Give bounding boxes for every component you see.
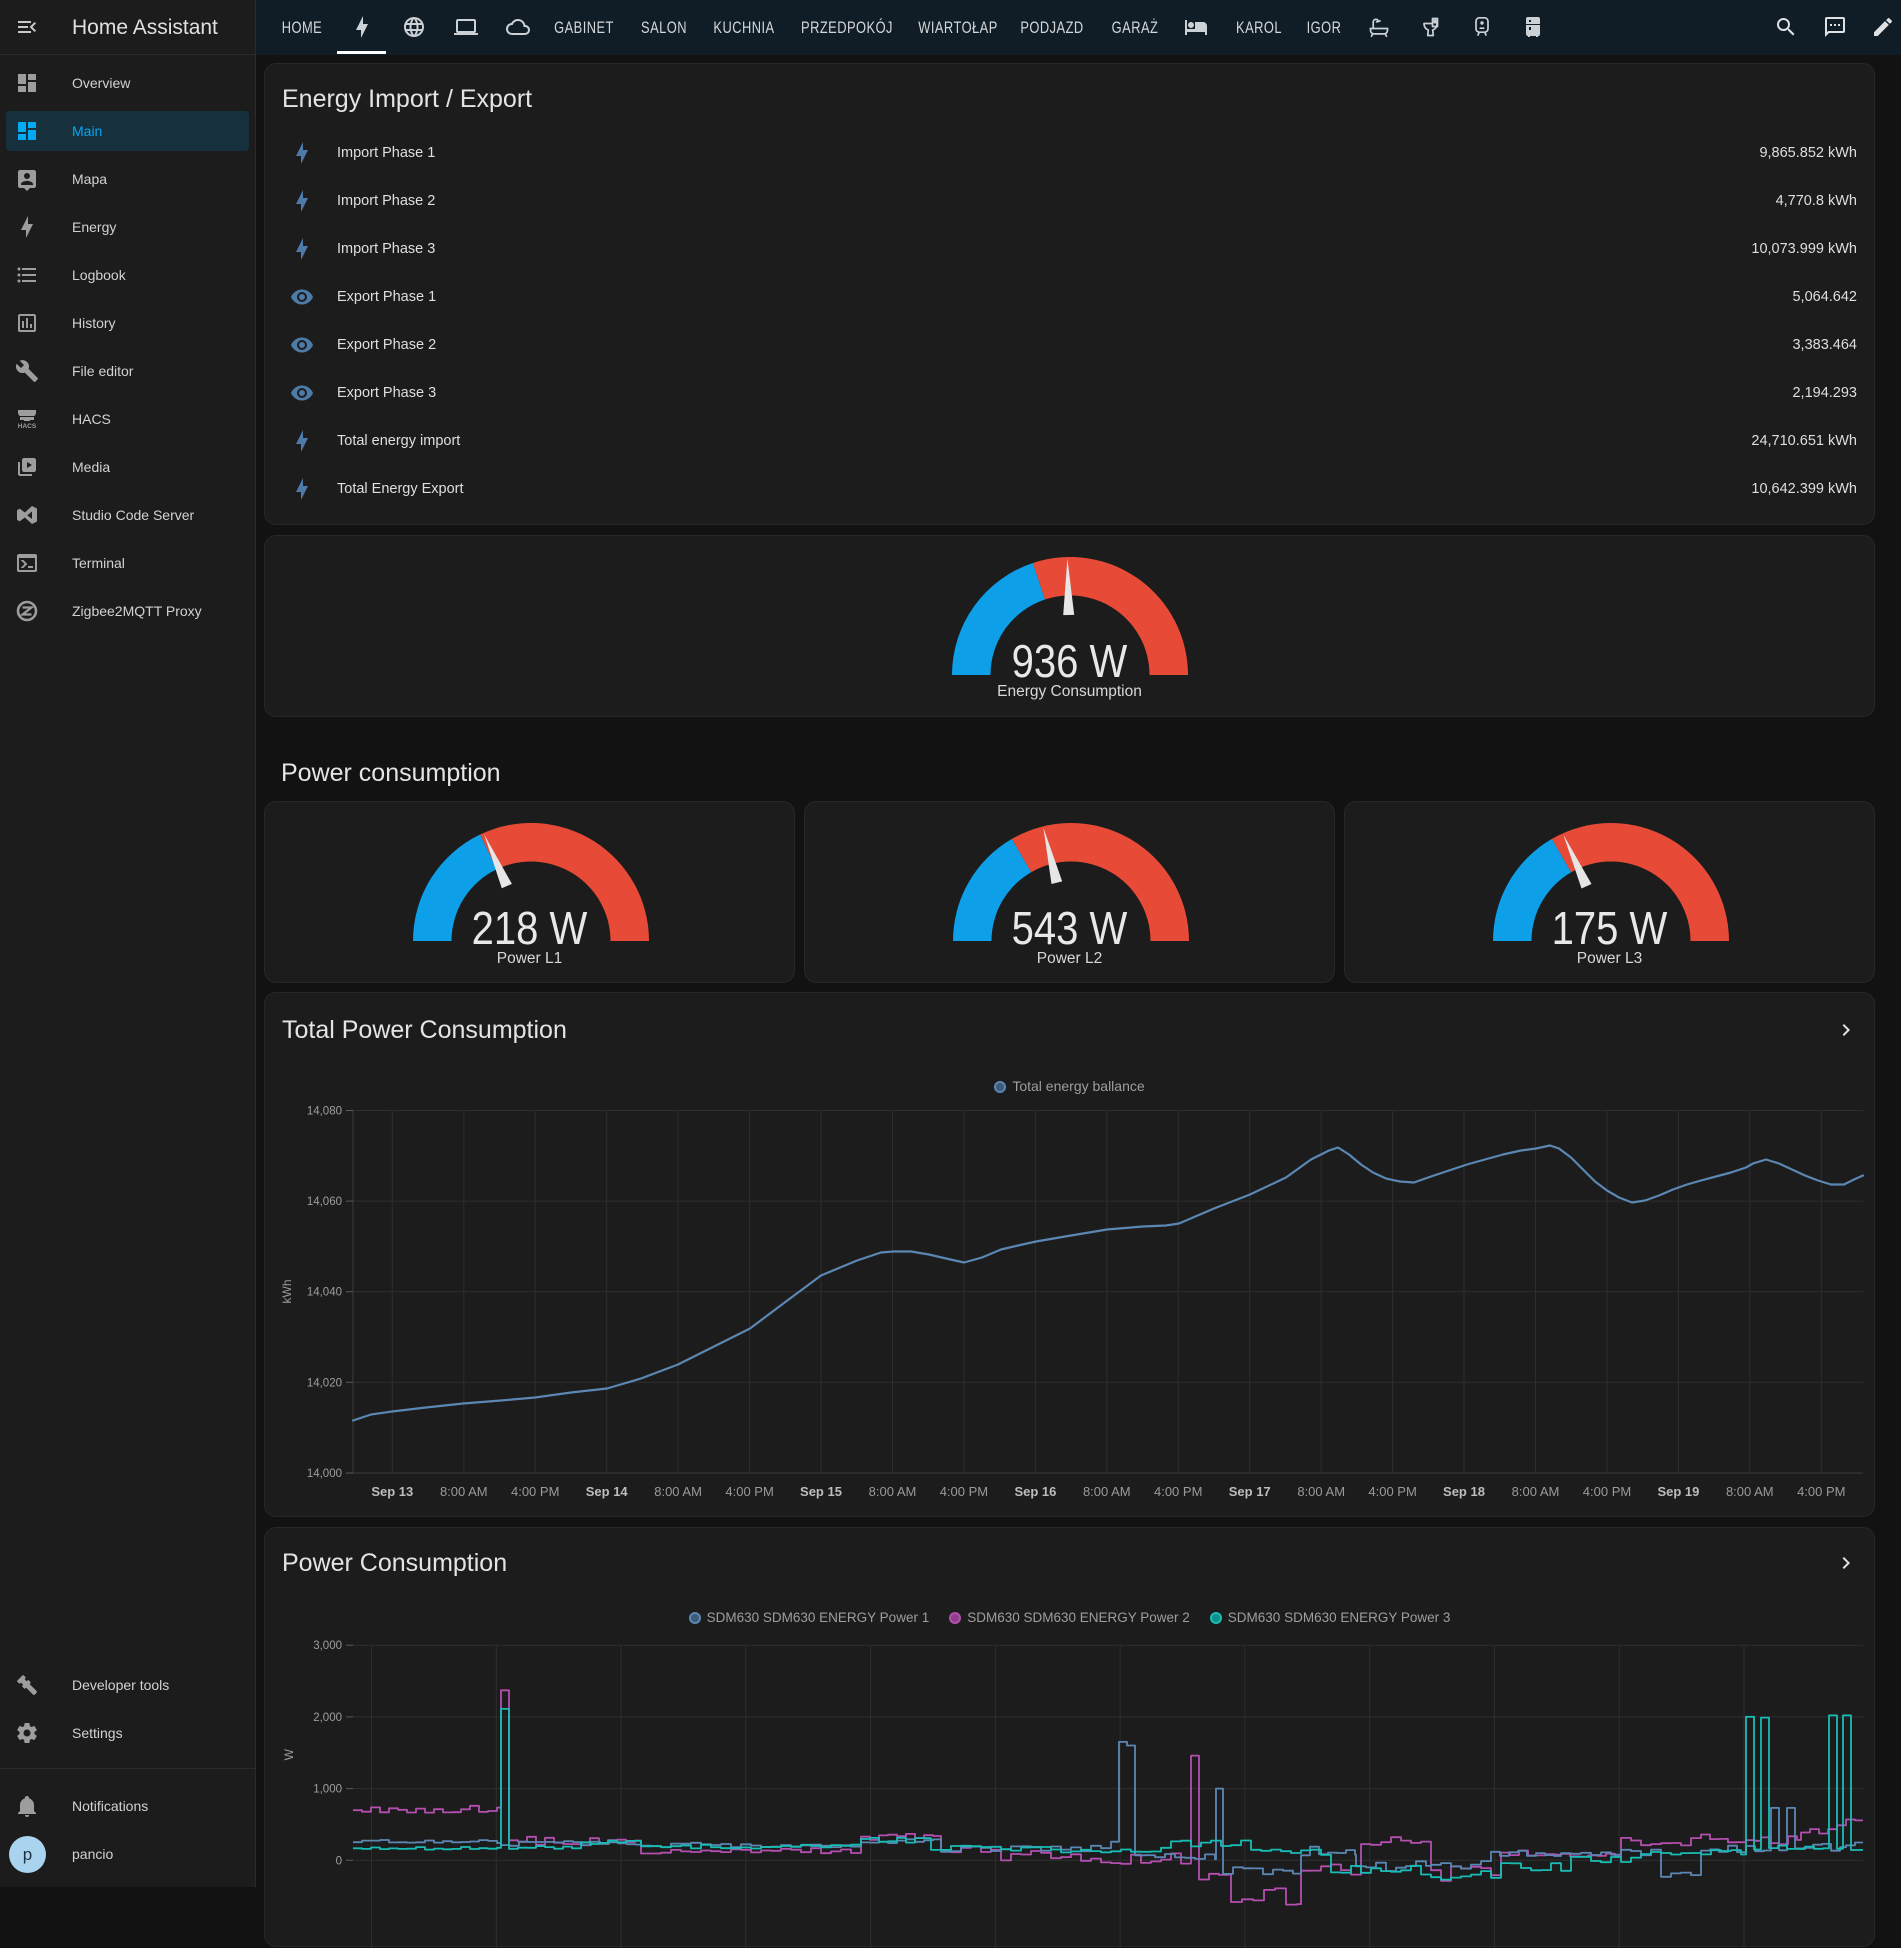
svg-text:8:00 AM: 8:00 AM bbox=[1083, 1484, 1131, 1499]
svg-text:Sep 19: Sep 19 bbox=[1657, 1484, 1699, 1499]
svg-text:8:00 AM: 8:00 AM bbox=[654, 1484, 702, 1499]
svg-text:4:00 PM: 4:00 PM bbox=[1368, 1484, 1416, 1499]
svg-text:8:00 AM: 8:00 AM bbox=[1726, 1484, 1774, 1499]
svg-text:4:00 PM: 4:00 PM bbox=[1583, 1484, 1631, 1499]
svg-text:4:00 PM: 4:00 PM bbox=[1797, 1484, 1845, 1499]
svg-text:8:00 AM: 8:00 AM bbox=[440, 1484, 488, 1499]
svg-text:4:00 PM: 4:00 PM bbox=[940, 1484, 988, 1499]
svg-text:kWh: kWh bbox=[280, 1279, 294, 1303]
svg-text:Sep 17: Sep 17 bbox=[1229, 1484, 1271, 1499]
svg-text:4:00 PM: 4:00 PM bbox=[1154, 1484, 1202, 1499]
svg-text:HACS: HACS bbox=[18, 423, 37, 430]
svg-text:14,000: 14,000 bbox=[307, 1468, 342, 1480]
svg-text:0: 0 bbox=[336, 1855, 342, 1867]
svg-text:4:00 PM: 4:00 PM bbox=[725, 1484, 773, 1499]
svg-text:14,040: 14,040 bbox=[307, 1286, 342, 1298]
svg-text:8:00 AM: 8:00 AM bbox=[1512, 1484, 1560, 1499]
svg-text:14,060: 14,060 bbox=[307, 1196, 342, 1208]
svg-text:4:00 PM: 4:00 PM bbox=[511, 1484, 559, 1499]
svg-text:Sep 13: Sep 13 bbox=[371, 1484, 413, 1499]
svg-text:3,000: 3,000 bbox=[313, 1640, 342, 1652]
svg-text:W: W bbox=[282, 1748, 296, 1760]
svg-text:Sep 14: Sep 14 bbox=[586, 1484, 629, 1499]
svg-text:14,020: 14,020 bbox=[307, 1377, 342, 1389]
svg-text:Sep 15: Sep 15 bbox=[800, 1484, 842, 1499]
svg-text:8:00 AM: 8:00 AM bbox=[1297, 1484, 1345, 1499]
svg-text:14,080: 14,080 bbox=[307, 1105, 342, 1117]
svg-text:Sep 16: Sep 16 bbox=[1014, 1484, 1056, 1499]
svg-text:8:00 AM: 8:00 AM bbox=[869, 1484, 917, 1499]
svg-text:2,000: 2,000 bbox=[313, 1711, 342, 1723]
svg-text:Sep 18: Sep 18 bbox=[1443, 1484, 1485, 1499]
svg-text:1,000: 1,000 bbox=[313, 1783, 342, 1795]
